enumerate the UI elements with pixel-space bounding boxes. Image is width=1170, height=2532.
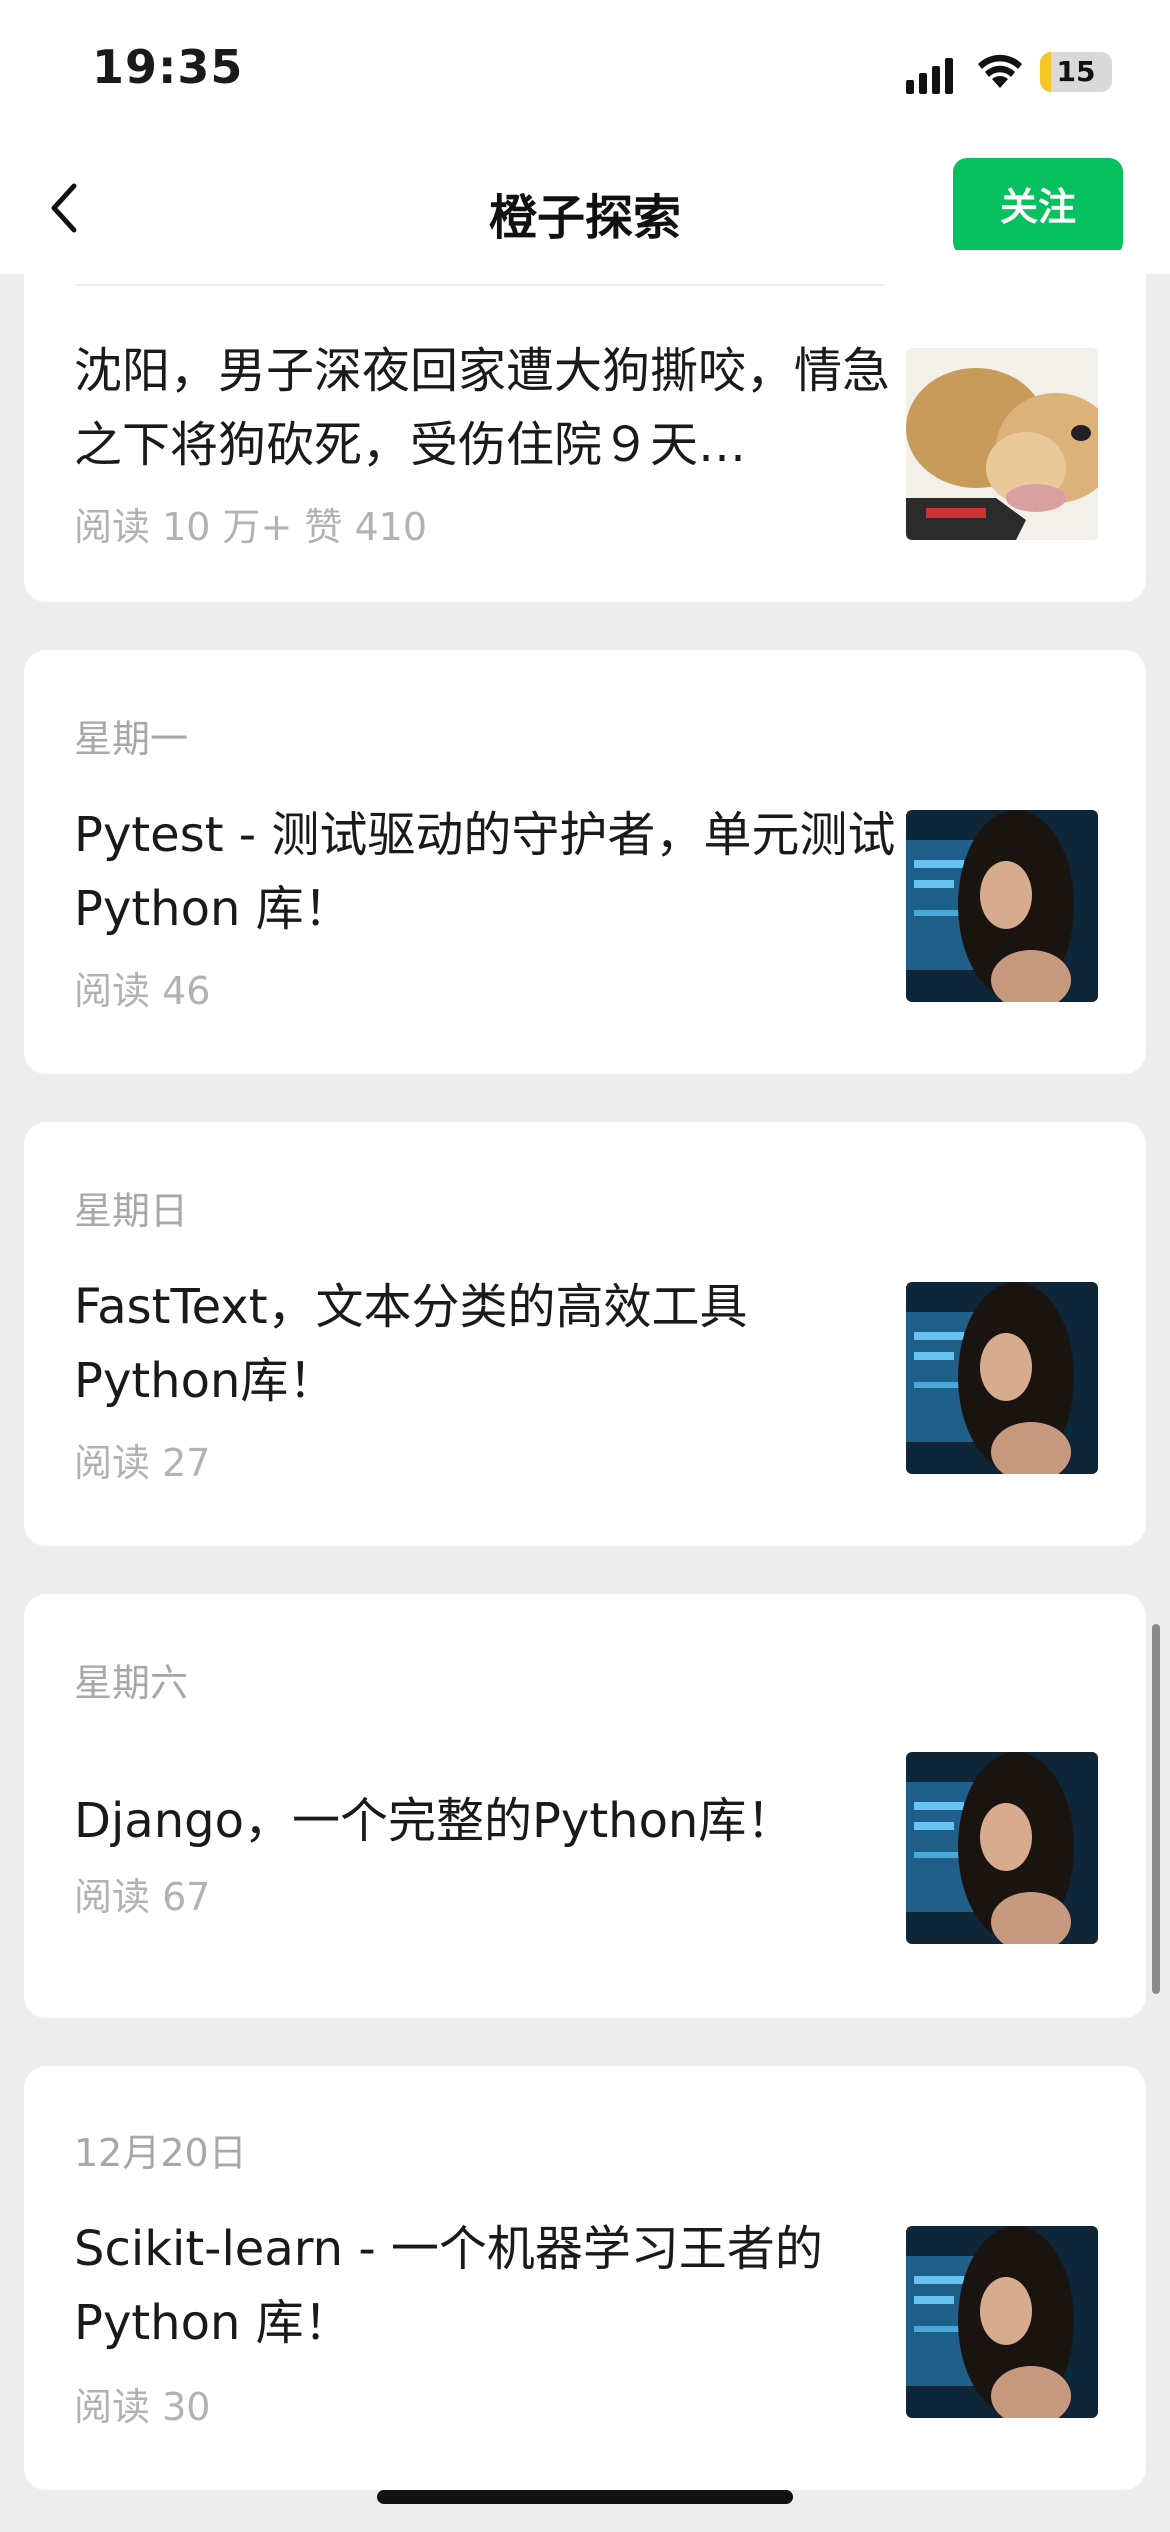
article-thumbnail[interactable] — [906, 348, 1098, 540]
article-title[interactable]: Scikit-learn - 一个机器学习王者的 Python 库！ — [74, 2212, 904, 2360]
article-title[interactable]: FastText，文本分类的高效工具 Python库！ — [74, 1270, 834, 1418]
status-bar: 19:35 15 — [0, 0, 1170, 140]
article-card[interactable]: 12月20日 Scikit-learn - 一个机器学习王者的 Python 库… — [24, 2066, 1146, 2490]
article-card[interactable]: 沈阳，男子深夜回家遭大狗撕咬，情急之下将狗砍死，受伤住院９天… 阅读 10 万+… — [24, 250, 1146, 602]
portrait-photo-image — [906, 1752, 1098, 1944]
article-thumbnail[interactable] — [906, 1752, 1098, 1944]
status-time: 19:35 — [92, 40, 244, 94]
portrait-photo-image — [906, 810, 1098, 1002]
article-title[interactable]: 沈阳，男子深夜回家遭大狗撕咬，情急之下将狗砍死，受伤住院９天… — [74, 334, 894, 482]
home-indicator[interactable] — [377, 2490, 793, 2504]
article-meta: 阅读 30 — [74, 2385, 211, 2429]
article-thumbnail[interactable] — [906, 1282, 1098, 1474]
article-date: 12月20日 — [74, 2131, 247, 2175]
article-card[interactable]: 星期一 Pytest - 测试驱动的守护者，单元测试 Python 库！ 阅读 … — [24, 650, 1146, 1074]
battery-level-text: 15 — [1056, 55, 1096, 88]
article-meta: 阅读 10 万+ 赞 410 — [74, 505, 428, 549]
article-card[interactable]: 星期六 Django，一个完整的Python库！ 阅读 67 — [24, 1594, 1146, 2018]
article-thumbnail[interactable] — [906, 2226, 1098, 2418]
article-date: 星期日 — [74, 1189, 189, 1233]
article-meta: 阅读 67 — [74, 1875, 211, 1919]
article-date: 星期一 — [74, 717, 189, 761]
scrollbar[interactable] — [1152, 1624, 1160, 1994]
wifi-icon — [978, 54, 1022, 88]
article-title[interactable]: Django，一个完整的Python库！ — [74, 1784, 904, 1858]
follow-button[interactable]: 关注 — [953, 158, 1123, 256]
article-meta: 阅读 46 — [74, 969, 211, 1013]
divider — [74, 284, 884, 286]
article-date: 星期六 — [74, 1661, 189, 1705]
dog-photo-image — [906, 348, 1098, 540]
portrait-photo-image — [906, 2226, 1098, 2418]
portrait-photo-image — [906, 1282, 1098, 1474]
article-title[interactable]: Pytest - 测试驱动的守护者，单元测试 Python 库！ — [74, 798, 904, 946]
cellular-signal-icon — [906, 58, 953, 94]
battery-indicator: 15 — [1040, 52, 1112, 92]
article-meta: 阅读 27 — [74, 1441, 211, 1485]
article-thumbnail[interactable] — [906, 810, 1098, 1002]
article-card[interactable]: 星期日 FastText，文本分类的高效工具 Python库！ 阅读 27 — [24, 1122, 1146, 1546]
